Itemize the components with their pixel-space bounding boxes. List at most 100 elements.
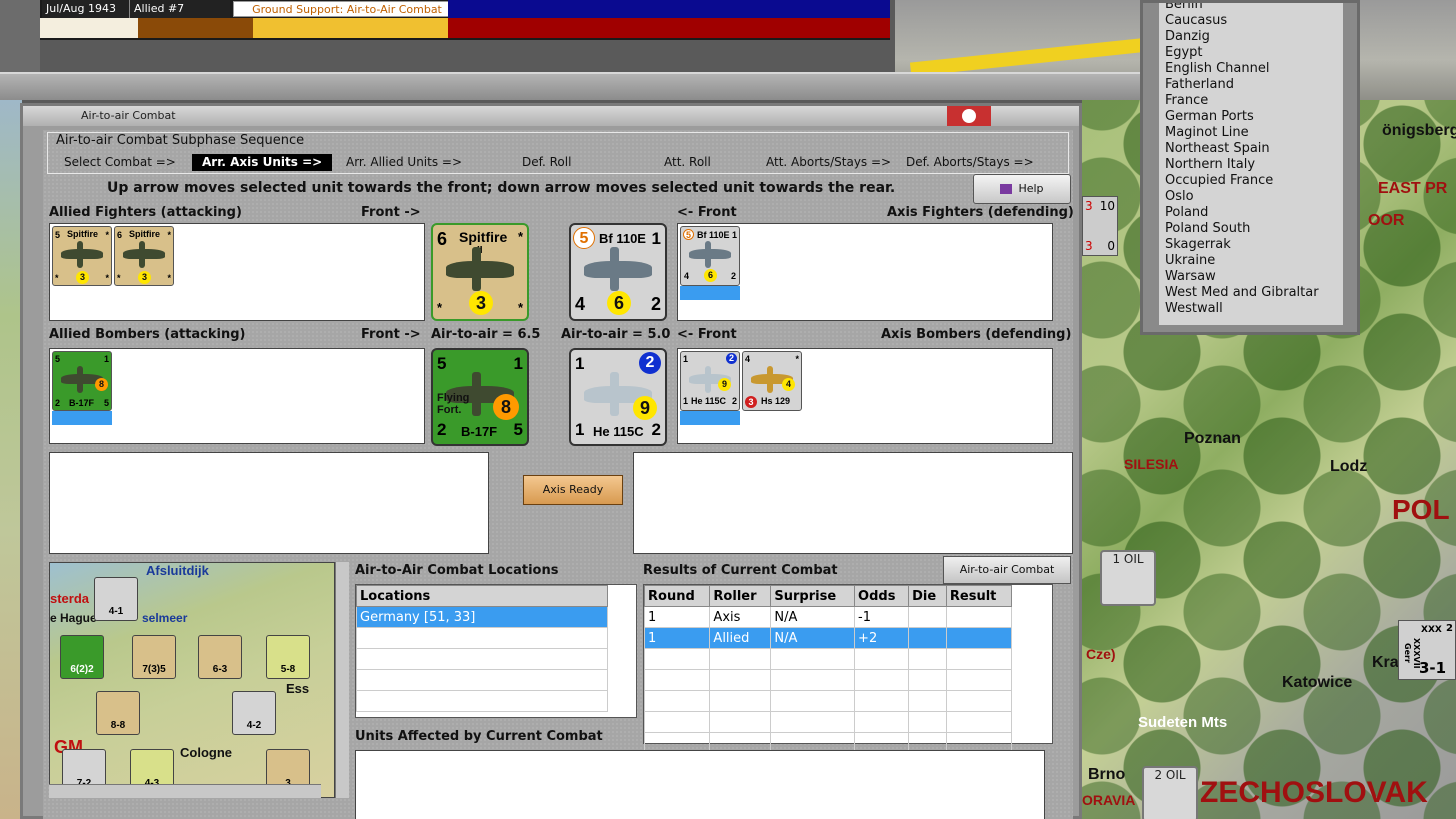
sea-area-item[interactable]: Egypt [1159, 45, 1343, 61]
map-label-silesia: SILESIA [1124, 456, 1179, 472]
results-cell: +2 [854, 627, 910, 649]
step-defender-roll: Def. Roll [522, 155, 572, 169]
allied-air-to-air-value: Air-to-air = 6.5 [431, 327, 541, 342]
background-bar [0, 72, 1140, 100]
help-button[interactable]: Help [973, 174, 1071, 204]
unit-stack[interactable]: 3 10 3 0 [1082, 196, 1118, 256]
minimap-unit[interactable]: 7(3)5 [132, 635, 176, 679]
results-cell: N/A [770, 627, 856, 649]
unit-counter-hs129[interactable]: 4 * 4 3 Hs 129 [742, 351, 802, 411]
oil-resource-2[interactable]: 2 OIL [1142, 766, 1198, 819]
results-table-frame: Round Roller Surprise Odds Die Result 1 Axis N/… [643, 584, 1053, 754]
allied-bombers-box[interactable]: 5 1 8 2 B-17F 5 [49, 348, 425, 444]
locations-table: Locations Germany [51, 33] [356, 585, 608, 712]
sea-area-item[interactable]: German Ports [1159, 109, 1343, 125]
sea-area-item[interactable]: Warsaw [1159, 269, 1343, 285]
location-row[interactable]: Germany [51, 33] [356, 606, 608, 628]
minimap-vertical-scrollbar[interactable] [335, 562, 349, 798]
axis-bombers-label: Axis Bombers (defending) [881, 327, 1072, 342]
results-cell: -1 [854, 606, 910, 628]
minimap-unit[interactable]: 8-8 [96, 691, 140, 735]
minimap-unit[interactable]: 4-1 [94, 577, 138, 621]
locations-title: Air-to-Air Combat Locations [355, 563, 559, 578]
axis-ready-button[interactable]: Axis Ready [523, 475, 623, 505]
unit-counter-spitfire[interactable]: 5 Spitfire * * 3 * [52, 226, 112, 286]
sea-area-item[interactable]: Skagerrak [1159, 237, 1343, 253]
unit-counter-bf110[interactable]: 5 Bf 110E 1 4 6 2 [680, 226, 740, 286]
status-bar-blue [448, 0, 890, 18]
axis-fighters-box[interactable]: 5 Bf 110E 1 4 6 2 [677, 223, 1053, 321]
step-defender-aborts: Def. Aborts/Stays => [906, 155, 1034, 169]
sea-area-item[interactable]: Oslo [1159, 189, 1343, 205]
sequence-title: Air-to-air Combat Subphase Sequence [56, 133, 305, 148]
status-bar-segment [253, 18, 448, 38]
sea-area-item[interactable]: France [1159, 93, 1343, 109]
minimap-unit[interactable]: 5-8 [266, 635, 310, 679]
minimap-horizontal-scrollbar[interactable] [49, 784, 321, 798]
front-axis-fighter-bf110[interactable]: 5 Bf 110E 1 4 6 2 [569, 223, 667, 321]
front-axis-bomber-he115[interactable]: 1 2 9 1 He 115C 2 [569, 348, 667, 446]
sea-area-item[interactable]: Occupied France [1159, 173, 1343, 189]
results-row[interactable]: 1 Axis N/A -1 [643, 606, 1013, 628]
results-row[interactable]: 1 Allied N/A +2 [643, 627, 1013, 649]
minimap-label-essen: Ess [286, 681, 310, 696]
minimap-label-hague: e Hague [50, 611, 97, 625]
sea-area-item[interactable]: English Channel [1159, 61, 1343, 77]
front-arrow-left: <- Front [677, 205, 737, 220]
allied-fighters-box[interactable]: 5 Spitfire * * 3 * 6 Spitfire * * 3 * [49, 223, 425, 321]
map-label-sudeten: Sudeten Mts [1138, 714, 1228, 731]
sea-area-list[interactable]: Berlin Caucasus Danzig Egypt English Channel… [1159, 3, 1343, 325]
bf110-aircraft-icon [584, 247, 652, 291]
step-arrange-allied: Arr. Allied Units => [346, 155, 463, 169]
location-row-empty [356, 690, 608, 712]
sea-area-item[interactable]: Westwall [1159, 301, 1343, 317]
game-date: Jul/Aug 1943 [42, 0, 130, 18]
map-label-oor: OOR [1368, 212, 1405, 229]
phase-indicator: Ground Support: Air-to-Air Combat [233, 1, 461, 17]
aircraft-icon [689, 240, 731, 269]
corps-counter[interactable]: XXXVII Gerr XXX 3-1 2 [1398, 620, 1456, 680]
sea-area-item[interactable]: Northeast Spain [1159, 141, 1343, 157]
axis-bombers-box[interactable]: 1 2 9 1 He 115C 2 4 * 4 3 Hs 129 [677, 348, 1053, 444]
axis-message-box [633, 452, 1073, 554]
status-bar-segment [40, 18, 138, 38]
background-frame [0, 0, 40, 72]
minimap-unit[interactable]: 6-3 [198, 635, 242, 679]
front-allied-fighter-spitfire[interactable]: 6 Spitfire II * * 3 * [431, 223, 529, 321]
results-cell [945, 606, 1013, 628]
sea-area-item[interactable]: Caucasus [1159, 13, 1343, 29]
sea-area-item[interactable]: Ukraine [1159, 253, 1343, 269]
oil-resource-1[interactable]: 1 OIL [1100, 550, 1156, 606]
combat-chart-button[interactable]: Air-to-air Combat Chart [943, 556, 1071, 602]
results-cell: Allied [709, 627, 772, 649]
sea-area-item[interactable]: Fatherland [1159, 77, 1343, 93]
map-label-cze: Cze) [1086, 646, 1116, 662]
sea-area-item[interactable]: Berlin [1159, 3, 1343, 13]
minimap-unit[interactable]: 4-2 [232, 691, 276, 735]
air-combat-dialog: Air-to-air Combat Air-to-air Combat Subp… [20, 103, 1082, 819]
results-cell: 1 [643, 606, 711, 628]
results-cell [908, 606, 947, 628]
results-table: Round Roller Surprise Odds Die Result 1 Axis N/… [643, 585, 1013, 754]
sea-area-item[interactable]: West Med and Gibraltar [1159, 285, 1343, 301]
step-attacker-roll: Att. Roll [664, 155, 711, 169]
sea-area-item[interactable]: Poland [1159, 205, 1343, 221]
results-cell: 1 [643, 627, 711, 649]
map-label-czechoslovakia: ZECHOSLOVAK [1200, 776, 1428, 809]
unit-counter-b17[interactable]: 5 1 8 2 B-17F 5 [52, 351, 112, 411]
locations-header: Locations [356, 585, 608, 607]
unit-counter-spitfire[interactable]: 6 Spitfire * * 3 * [114, 226, 174, 286]
results-row-empty [643, 669, 1013, 691]
unit-counter-he115[interactable]: 1 2 9 1 He 115C 2 [680, 351, 740, 411]
sea-area-item[interactable]: Northern Italy [1159, 157, 1343, 173]
sea-area-item[interactable]: Danzig [1159, 29, 1343, 45]
spitfire-aircraft-icon [446, 247, 514, 291]
results-header-cell: Surprise [770, 585, 856, 607]
map-label-brno: Brno [1088, 766, 1126, 783]
front-allied-bomber-b17[interactable]: 5 1 Flying Fort. 8 2 B-17F 5 [431, 348, 529, 446]
results-row-empty [643, 690, 1013, 712]
sea-area-item[interactable]: Poland South [1159, 221, 1343, 237]
minimap[interactable]: Afsluitdijk sterda e Hague selmeer Colog… [49, 562, 335, 798]
minimap-unit[interactable]: 6(2)2 [60, 635, 104, 679]
sea-area-item[interactable]: Maginot Line [1159, 125, 1343, 141]
